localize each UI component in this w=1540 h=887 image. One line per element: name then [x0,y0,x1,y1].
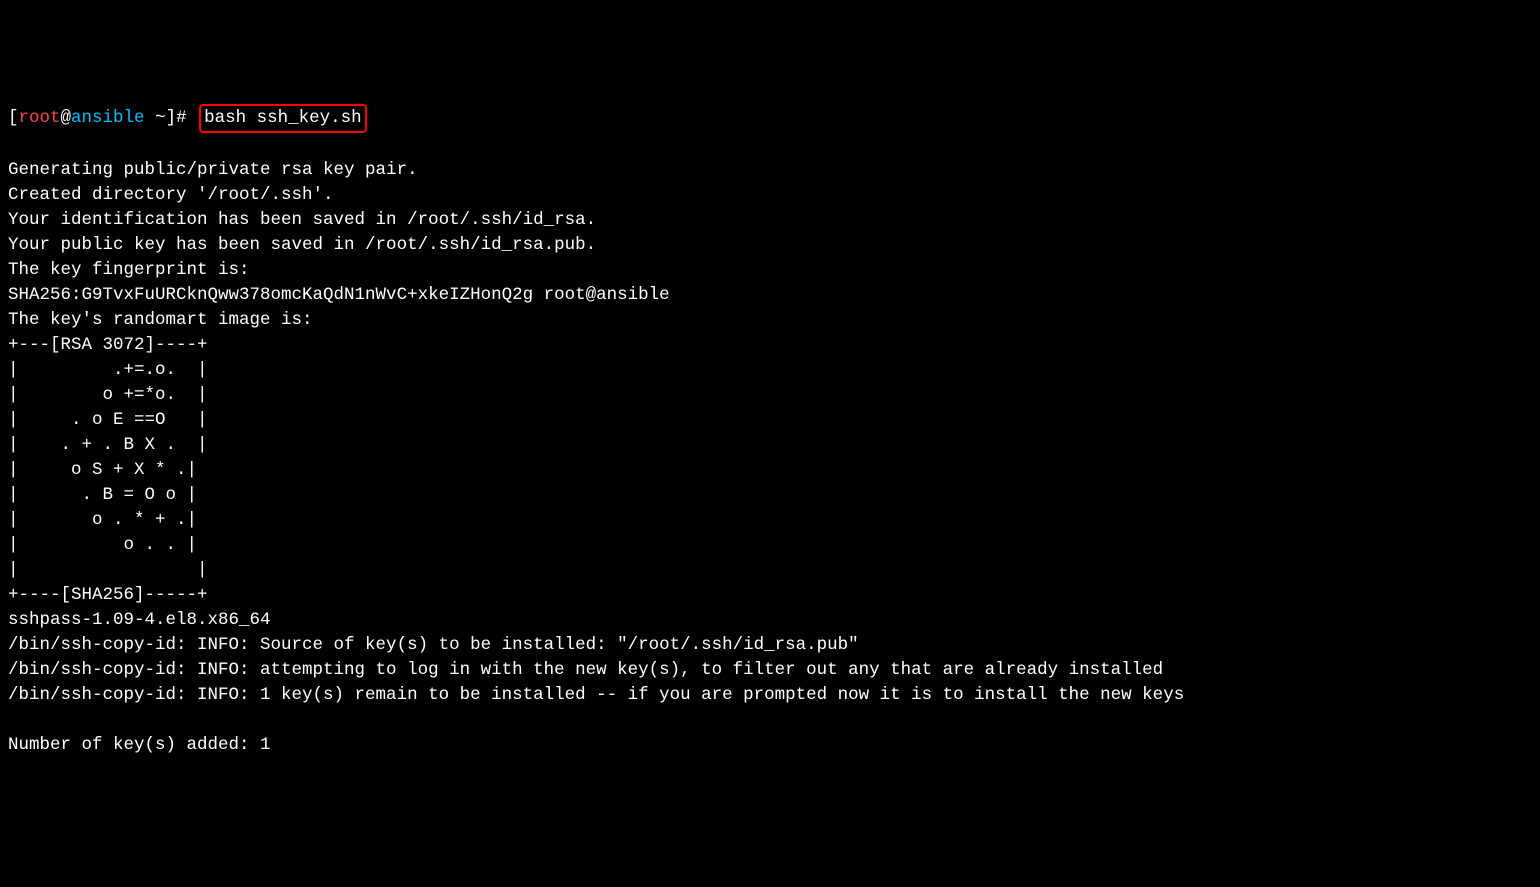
prompt-close-bracket: ] [166,108,177,128]
prompt-hash: # [176,108,197,128]
output-line: /bin/ssh-copy-id: INFO: attempting to lo… [8,658,1532,683]
output-line: | . o E ==O | [8,408,1532,433]
output-line: +----[SHA256]-----+ [8,583,1532,608]
terminal-output: Generating public/private rsa key pair.C… [8,158,1532,758]
prompt-host: ansible [71,108,145,128]
output-line: | . + . B X . | [8,433,1532,458]
output-line: | o . . | [8,533,1532,558]
output-line: Generating public/private rsa key pair. [8,158,1532,183]
prompt-open-bracket: [ [8,108,19,128]
output-line: sshpass-1.09-4.el8.x86_64 [8,608,1532,633]
prompt-path: ~ [145,108,166,128]
output-line: | | [8,558,1532,583]
output-line: The key fingerprint is: [8,258,1532,283]
output-line: Created directory '/root/.ssh'. [8,183,1532,208]
output-line: | . B = O o | [8,483,1532,508]
output-line: Your public key has been saved in /root/… [8,233,1532,258]
output-line: +---[RSA 3072]----+ [8,333,1532,358]
output-line: /bin/ssh-copy-id: INFO: 1 key(s) remain … [8,683,1532,708]
output-line: | o . * + .| [8,508,1532,533]
output-line: /bin/ssh-copy-id: INFO: Source of key(s)… [8,633,1532,658]
command-text: bash ssh_key.sh [204,108,362,128]
terminal-prompt-line[interactable]: [root@ansible ~]# bash ssh_key.sh [8,104,1532,133]
output-line [8,708,1532,733]
prompt-at: @ [61,108,72,128]
prompt-user: root [19,108,61,128]
output-line: | o +=*o. | [8,383,1532,408]
command-highlight-box: bash ssh_key.sh [199,104,367,133]
output-line: Your identification has been saved in /r… [8,208,1532,233]
output-line: Number of key(s) added: 1 [8,733,1532,758]
output-line: The key's randomart image is: [8,308,1532,333]
output-line: | .+=.o. | [8,358,1532,383]
output-line: | o S + X * .| [8,458,1532,483]
output-line: SHA256:G9TvxFuURCknQww378omcKaQdN1nWvC+x… [8,283,1532,308]
